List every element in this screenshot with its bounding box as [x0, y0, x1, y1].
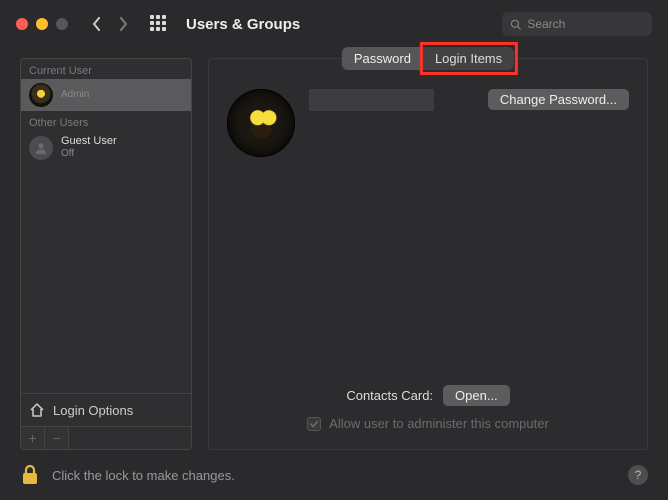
close-window-button[interactable]: [16, 18, 28, 30]
user-header-row: Change Password...: [209, 59, 647, 167]
sidebar-head-other: Other Users: [21, 111, 191, 131]
admin-checkbox: [307, 417, 321, 431]
back-button[interactable]: [88, 13, 106, 35]
sidebar-item-guest-user[interactable]: Guest User Off: [21, 131, 191, 164]
bottom-block: Contacts Card: Open... Allow user to adm…: [209, 385, 647, 449]
tab-password[interactable]: Password: [342, 47, 423, 70]
search-icon: [510, 18, 521, 31]
tab-bar: Password Login Items: [342, 47, 514, 70]
guest-user-name: Guest User: [61, 135, 117, 148]
user-avatar-icon: [29, 83, 53, 107]
forward-button: [114, 13, 132, 35]
content-area: Current User Admin Other Users Guest Use…: [0, 48, 668, 450]
lock-icon[interactable]: [20, 463, 40, 487]
user-avatar-large[interactable]: [227, 89, 295, 157]
help-button[interactable]: ?: [628, 465, 648, 485]
zoom-window-button[interactable]: [56, 18, 68, 30]
guest-avatar-icon: [29, 136, 53, 160]
main-panel: Password Login Items Change Password... …: [208, 58, 648, 450]
tab-login-items[interactable]: Login Items: [423, 47, 514, 70]
sidebar-footer: + −: [21, 426, 191, 449]
current-user-role: Admin: [61, 89, 89, 101]
window-traffic-lights: [16, 18, 68, 30]
contacts-card-row: Contacts Card: Open...: [346, 385, 509, 406]
minimize-window-button[interactable]: [36, 18, 48, 30]
lock-bar: Click the lock to make changes. ?: [0, 450, 668, 500]
window-title: Users & Groups: [186, 16, 300, 33]
contacts-card-label: Contacts Card:: [346, 388, 433, 403]
change-password-button[interactable]: Change Password...: [488, 89, 629, 110]
sidebar-head-current: Current User: [21, 59, 191, 79]
guest-user-status: Off: [61, 148, 117, 160]
sidebar-login-options[interactable]: Login Options: [21, 393, 191, 426]
users-sidebar: Current User Admin Other Users Guest Use…: [20, 58, 192, 450]
login-options-label: Login Options: [53, 403, 133, 418]
titlebar: Users & Groups: [0, 0, 668, 48]
search-input[interactable]: [527, 17, 644, 31]
show-all-prefs-button[interactable]: [150, 15, 168, 33]
home-icon: [29, 402, 45, 418]
search-field[interactable]: [502, 12, 652, 36]
sidebar-item-current-user[interactable]: Admin: [21, 79, 191, 111]
admin-checkbox-row: Allow user to administer this computer: [307, 416, 549, 431]
user-fullname-redacted: [309, 89, 434, 111]
remove-user-button: −: [45, 427, 69, 449]
open-contacts-button[interactable]: Open...: [443, 385, 510, 406]
add-user-button: +: [21, 427, 45, 449]
admin-checkbox-label: Allow user to administer this computer: [329, 416, 549, 431]
lock-text: Click the lock to make changes.: [52, 468, 235, 483]
